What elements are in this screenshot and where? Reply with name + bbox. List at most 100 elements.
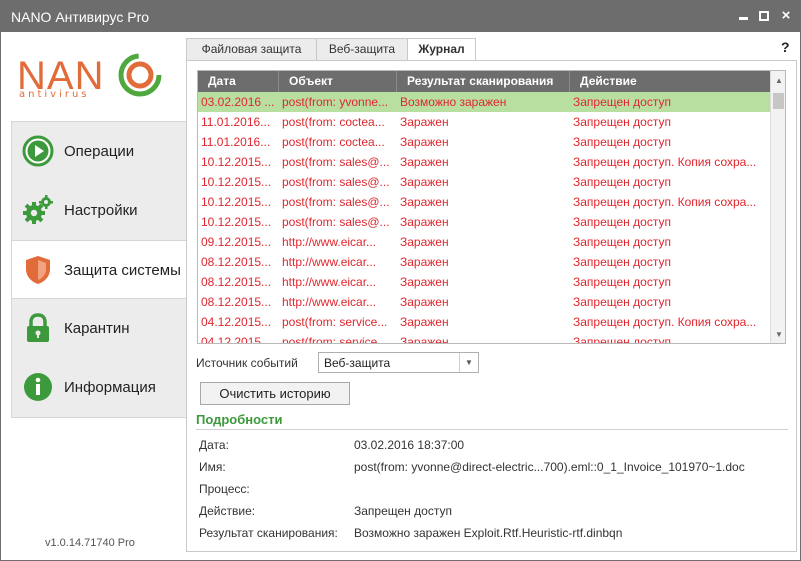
sidebar-item-label: Защита системы [64, 262, 181, 279]
table-cell-action: Запрещен доступ. Копия сохра... [573, 195, 757, 209]
table-cell-date: 04.12.2015... [201, 335, 272, 344]
table-cell-object: post(from: sales@... [282, 175, 390, 189]
event-source-label: Источник событий [196, 356, 298, 370]
table-cell-object: post(from: sales@... [282, 215, 390, 229]
detail-label-date: Дата: [199, 438, 229, 452]
detail-label-process: Процесс: [199, 482, 250, 496]
table-cell-result: Возможно заражен [400, 95, 507, 109]
table-cell-action: Запрещен доступ [573, 255, 671, 269]
table-cell-date: 09.12.2015... [201, 235, 272, 249]
sidebar-nav: Операции Настройки Защита системы Карант… [11, 121, 189, 418]
table-cell-date: 10.12.2015... [201, 195, 272, 209]
column-header-result[interactable]: Результат сканирования [397, 71, 570, 92]
table-cell-object: post(from: yvonne... [282, 95, 389, 109]
sidebar-item-quarantine[interactable]: Карантин [12, 299, 188, 358]
maximize-icon [759, 11, 769, 21]
sidebar-item-operations[interactable]: Операции [12, 122, 188, 181]
chevron-down-icon[interactable]: ▼ [459, 353, 478, 372]
table-row[interactable]: 04.12.2015... post(from: service... Зараже… [198, 312, 770, 332]
log-table[interactable]: Дата Объект Результат сканирования Дейст… [197, 70, 786, 344]
table-row[interactable]: 10.12.2015... post(from: sales@... Заражен… [198, 172, 770, 192]
tab-log[interactable]: Журнал [407, 38, 476, 62]
maximize-button[interactable] [753, 5, 775, 27]
scroll-up-icon[interactable]: ▲ [771, 73, 785, 89]
table-row[interactable]: 04.12.2015... post(from: service... Зараже… [198, 332, 770, 344]
log-panel: Дата Объект Результат сканирования Дейст… [186, 60, 797, 552]
table-cell-object: post(from: service... [282, 315, 388, 329]
detail-label-action: Действие: [199, 504, 256, 518]
table-cell-action: Запрещен доступ [573, 235, 671, 249]
table-row[interactable]: 10.12.2015... post(from: sales@... Заражен… [198, 192, 770, 212]
close-button[interactable]: × [775, 5, 797, 27]
sidebar-item-settings[interactable]: Настройки [12, 181, 188, 240]
table-row[interactable]: 08.12.2015... http://www.eicar... Заражен З… [198, 292, 770, 312]
tab-file-protection[interactable]: Файловая защита [186, 38, 317, 61]
table-cell-date: 08.12.2015... [201, 275, 272, 289]
table-cell-object: http://www.eicar... [282, 295, 377, 309]
table-cell-object: http://www.eicar... [282, 255, 377, 269]
clear-history-button[interactable]: Очистить историю [200, 382, 350, 405]
table-cell-result: Заражен [400, 195, 449, 209]
table-row[interactable]: 11.01.2016... post(from: coctea... Заражен… [198, 112, 770, 132]
gears-icon [23, 195, 53, 224]
table-cell-object: post(from: coctea... [282, 135, 385, 149]
info-icon [24, 373, 52, 401]
close-icon: × [781, 7, 791, 24]
table-cell-object: post(from: sales@... [282, 195, 390, 209]
table-cell-object: http://www.eicar... [282, 235, 377, 249]
help-button[interactable]: ? [781, 39, 790, 55]
logo-o-icon [118, 53, 162, 97]
table-cell-action: Запрещен доступ [573, 175, 671, 189]
table-row[interactable]: 10.12.2015... post(from: sales@... Заражен… [198, 212, 770, 232]
sidebar-item-label: Настройки [64, 202, 138, 219]
table-cell-date: 10.12.2015... [201, 155, 272, 169]
window-title: NANO Антивирус Pro [11, 9, 150, 25]
table-cell-date: 11.01.2016... [201, 135, 271, 149]
app-window: NANO Антивирус Pro × NAN antivirus Опера… [0, 0, 801, 561]
table-cell-date: 08.12.2015... [201, 255, 272, 269]
shield-icon [26, 256, 50, 284]
details-divider [196, 429, 788, 430]
table-cell-date: 10.12.2015... [201, 215, 272, 229]
event-source-value: Веб-защита [324, 356, 391, 370]
title-bar[interactable]: NANO Антивирус Pro × [1, 1, 800, 32]
scroll-down-icon[interactable]: ▼ [771, 327, 785, 343]
table-cell-result: Заражен [400, 235, 449, 249]
vertical-scrollbar[interactable]: ▲ ▼ [770, 71, 785, 343]
minimize-button[interactable] [733, 5, 755, 27]
detail-value-scan-result: Возможно заражен Exploit.Rtf.Heuristic-r… [354, 526, 623, 540]
details-title: Подробности [196, 412, 283, 427]
tab-web-protection[interactable]: Веб-защита [316, 38, 408, 61]
event-source-select[interactable]: Веб-защита ▼ [318, 352, 479, 373]
table-row[interactable]: 09.12.2015... http://www.eicar... Заражен З… [198, 232, 770, 252]
table-cell-action: Запрещен доступ [573, 335, 671, 344]
table-row[interactable]: 08.12.2015... http://www.eicar... Заражен З… [198, 272, 770, 292]
table-cell-date: 11.01.2016... [201, 115, 271, 129]
detail-value-date: 03.02.2016 18:37:00 [354, 438, 465, 452]
table-cell-result: Заражен [400, 155, 449, 169]
version-label: v1.0.14.71740 Pro [45, 537, 135, 549]
table-body: 03.02.2016 ... post(from: yvonne... Возмож… [198, 92, 770, 344]
scroll-thumb[interactable] [773, 93, 784, 109]
table-cell-action: Запрещен доступ. Копия сохра... [573, 315, 757, 329]
detail-label-scan-result: Результат сканирования: [199, 526, 338, 540]
table-cell-object: http://www.eicar... [282, 275, 377, 289]
column-header-object[interactable]: Объект [279, 71, 397, 92]
table-row[interactable]: 08.12.2015... http://www.eicar... Заражен З… [198, 252, 770, 272]
column-header-action[interactable]: Действие [570, 71, 770, 92]
table-cell-result: Заражен [400, 175, 449, 189]
table-cell-object: post(from: service... [282, 335, 388, 344]
detail-label-name: Имя: [199, 460, 226, 474]
table-cell-date: 10.12.2015... [201, 175, 272, 189]
table-cell-result: Заражен [400, 255, 449, 269]
detail-value-name: post(from: yvonne@direct-electric...700)… [354, 460, 745, 474]
table-row[interactable]: 03.02.2016 ... post(from: yvonne... Возмож… [198, 92, 770, 112]
table-row[interactable]: 11.01.2016... post(from: coctea... Заражен… [198, 132, 770, 152]
sidebar-item-system-protection[interactable]: Защита системы [12, 240, 189, 299]
sidebar-item-label: Операции [64, 143, 135, 160]
column-header-date[interactable]: Дата [198, 71, 279, 92]
table-cell-date: 08.12.2015... [201, 295, 272, 309]
table-row[interactable]: 10.12.2015... post(from: sales@... Заражен… [198, 152, 770, 172]
sidebar-item-information[interactable]: Информация [12, 358, 188, 417]
table-cell-object: post(from: coctea... [282, 115, 385, 129]
